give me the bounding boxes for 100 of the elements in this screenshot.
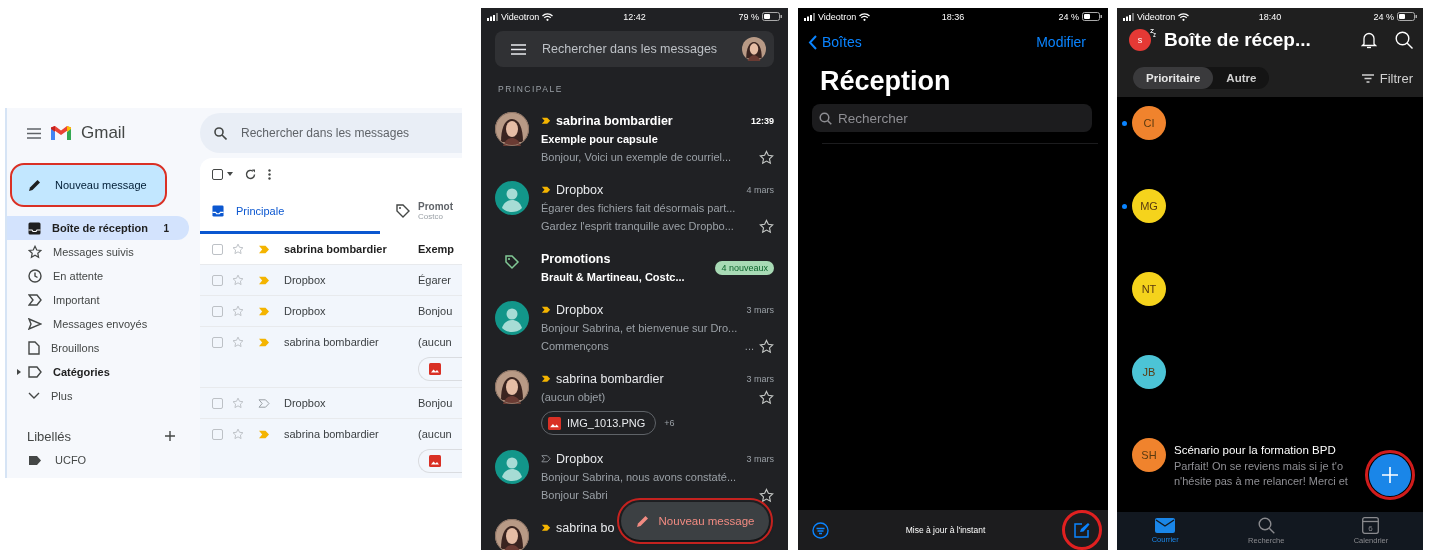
important-marker-icon[interactable] [541,524,551,532]
star-icon[interactable] [759,389,774,405]
subject-text: Bonjou [418,305,454,317]
compose-icon [1073,521,1091,539]
nav-item[interactable]: Messages envoyés [7,312,189,336]
important-marker-icon[interactable] [541,306,551,314]
sender-list: Brault & Martineau, Costc... [541,271,685,283]
row-checkbox[interactable] [212,336,223,348]
app-name: Gmail [81,123,126,143]
inbox-tab[interactable]: Prioritaire [1133,67,1214,89]
star-icon[interactable] [759,149,774,165]
search-icon [819,111,832,125]
filter-icon[interactable] [812,521,829,539]
star-icon[interactable] [232,274,244,286]
important-marker-icon[interactable] [258,306,270,316]
important-marker-icon[interactable] [541,455,551,463]
bell-icon[interactable] [1361,31,1377,49]
account-avatar[interactable]: s [1129,29,1151,51]
nav-item[interactable]: Plus [7,384,189,408]
nav-item[interactable]: Catégories [7,360,189,384]
row-checkbox[interactable] [212,243,223,255]
plus-icon[interactable] [165,431,175,441]
important-marker-icon[interactable] [258,244,270,254]
avatar[interactable] [742,37,766,61]
expand-icon[interactable] [17,369,21,375]
preview-text: Bonjour Sabri [541,489,608,501]
nav-item[interactable]: Brouillons [7,336,189,360]
nav-item[interactable]: Important [7,288,189,312]
nav-item[interactable]: Messages suivis [7,240,189,264]
preview-text: Égarer des fichiers fait désormais part... [541,202,736,214]
avatar: NT [1132,272,1166,306]
select-checkbox[interactable] [212,168,223,180]
nav-item[interactable]: En attente [7,264,189,288]
star-icon[interactable] [232,428,244,440]
image-icon [429,455,441,467]
nav-item[interactable]: Boîte de réception 1 [7,216,189,240]
row-checkbox[interactable] [212,397,223,409]
star-icon[interactable] [232,336,244,348]
message-row[interactable]: Dropbox Bonjou [200,296,462,327]
inbox-icon [212,204,224,217]
wifi-icon [542,12,554,21]
screen-title: Boîte de récep... [1164,29,1312,51]
back-button[interactable]: Boîtes [808,34,862,50]
category-tab[interactable]: Promot Costco [380,190,462,234]
sender-name: sabrina bombardier [556,114,673,128]
battery-icon [762,12,782,21]
signal-icon [804,12,815,21]
preview-text: Bonjour Sabrina, nous avons constaté... [541,471,737,483]
message-row[interactable]: sabrina bombardier (aucun [200,419,462,478]
ellipsis-text: ... [744,340,754,352]
label-item[interactable]: UCFO [7,448,93,472]
message-row[interactable]: Dropbox Bonjou [200,388,462,419]
tag-icon [504,254,520,270]
star-icon[interactable] [759,487,774,503]
important-marker-icon[interactable] [258,429,270,439]
important-marker-icon[interactable] [258,398,270,408]
star-icon[interactable] [759,338,774,354]
section-title: Libellés [27,428,72,444]
filter-button[interactable]: Filtrer [1361,70,1413,86]
important-marker-icon[interactable] [258,337,270,347]
search-field[interactable]: Rechercher dans les messages [495,31,774,67]
search-field[interactable]: Rechercher [812,104,1092,132]
preview-text: Parfait! On se reviens mais si je t'o [1174,459,1344,474]
compose-button[interactable] [1369,454,1411,496]
star-icon[interactable] [232,243,244,255]
subject-text: Exemple pour capsule [541,133,658,145]
search-icon[interactable] [1395,31,1413,49]
image-icon [548,416,561,430]
message-row[interactable]: sabrina bombardier (aucun [200,327,462,388]
star-icon[interactable] [759,218,774,234]
back-icon [808,34,817,50]
compose-button[interactable]: Nouveau message [12,165,165,205]
caret-icon[interactable] [227,172,233,176]
sender-name: Dropbox [284,397,327,409]
important-marker-icon[interactable] [541,375,551,383]
sender-name: Dropbox [556,183,604,197]
message-row[interactable]: Dropbox Égarer [200,265,462,296]
more-icon[interactable] [268,168,271,180]
search-field[interactable]: Rechercher dans les messages [200,113,462,153]
wifi-icon [859,12,871,21]
section-label: PRINCIPALE [498,83,564,95]
wifi-icon [1178,12,1190,21]
inbox-tab[interactable]: Autre [1213,67,1270,89]
filter-icon [1361,73,1374,83]
menu-icon[interactable] [27,127,41,139]
battery-percent: 79 % [738,11,759,22]
edit-button[interactable]: Modifier [1036,34,1086,50]
important-marker-icon[interactable] [541,186,551,194]
row-checkbox[interactable] [212,274,223,286]
star-icon [28,245,42,259]
important-marker-icon[interactable] [258,275,270,285]
important-marker-icon[interactable] [541,117,551,125]
star-icon[interactable] [232,305,244,317]
clock-time: 18:40 [1258,11,1282,22]
clock-time: 12:42 [623,11,646,22]
row-checkbox[interactable] [212,305,223,317]
refresh-icon[interactable] [245,168,256,180]
category-title: Promotions [541,252,611,266]
star-icon[interactable] [232,397,244,409]
row-checkbox[interactable] [212,428,223,440]
